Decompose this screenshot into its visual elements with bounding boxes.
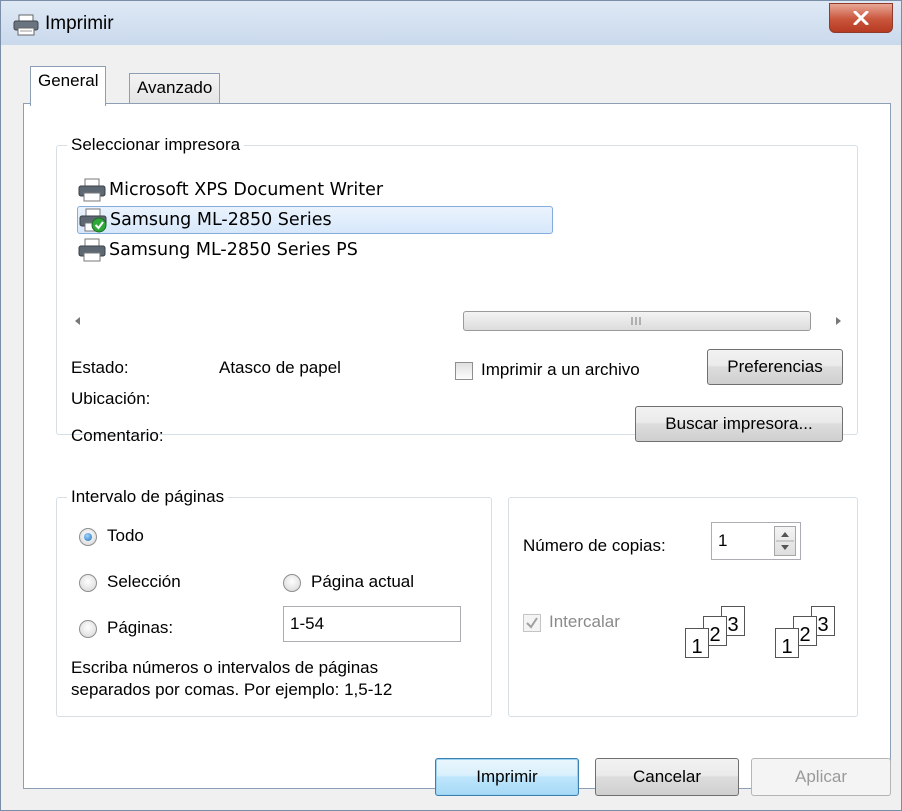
preferences-button[interactable]: Preferencias — [707, 349, 843, 385]
apply-button[interactable]: Aplicar — [751, 758, 891, 796]
copies-stepper[interactable]: 1 — [711, 522, 801, 560]
status-value: Atasco de papel — [219, 358, 341, 377]
print-button[interactable]: Imprimir — [435, 758, 579, 796]
tab-general-label: General — [38, 71, 99, 90]
page-range-help-line1: Escriba números o intervalos de páginas — [71, 658, 379, 677]
tab-panel-general: Seleccionar impresora Microsoft XPS Docu… — [23, 103, 891, 789]
apply-button-label: Aplicar — [795, 767, 847, 786]
scroll-right-icon[interactable] — [831, 314, 845, 328]
location-label: Ubicación: — [71, 389, 151, 408]
tab-general[interactable]: General — [30, 66, 107, 106]
radio-current-page-label: Página actual — [311, 572, 415, 591]
printer-icon — [13, 14, 39, 36]
pages-input[interactable]: 1-54 — [283, 606, 461, 642]
printer-name: Samsung ML-2850 Series PS — [109, 240, 358, 260]
checkmark-icon — [526, 617, 538, 629]
find-printer-button-label: Buscar impresora... — [665, 414, 813, 433]
tab-avanzado-label: Avanzado — [137, 78, 213, 97]
printer-name: Samsung ML-2850 Series — [110, 210, 332, 230]
close-icon — [853, 11, 869, 25]
cancel-button-label: Cancelar — [632, 767, 702, 786]
page-1-icon: 1 — [685, 628, 709, 658]
printer-item-samsung[interactable]: Samsung ML-2850 Series — [77, 206, 553, 234]
cancel-button[interactable]: Cancelar — [595, 758, 739, 796]
radio-all-label: Todo — [107, 526, 144, 545]
collate-illustration-2: 3 2 1 — [763, 606, 843, 678]
printer-icon — [78, 178, 106, 202]
print-dialog: Imprimir General Avanzado Seleccionar im… — [0, 0, 902, 811]
printer-name: Microsoft XPS Document Writer — [109, 180, 384, 200]
status-label: Estado: — [71, 358, 129, 377]
copies-spin[interactable] — [774, 526, 796, 556]
default-printer-icon — [78, 207, 108, 233]
preferences-button-label: Preferencias — [727, 357, 823, 376]
title-bar: Imprimir — [1, 1, 901, 45]
pages-input-value: 1-54 — [290, 614, 325, 633]
copies-value: 1 — [718, 531, 728, 550]
printer-list-scrollbar[interactable] — [71, 310, 849, 332]
collate-illustration-1: 3 2 1 — [673, 606, 753, 678]
copies-groupbox: Número de copias: 1 Intercalar 3 2 1 3 2… — [508, 497, 858, 717]
comment-label: Comentario: — [71, 426, 164, 445]
printer-groupbox: Seleccionar impresora Microsoft XPS Docu… — [56, 135, 858, 445]
radio-pages-label: Páginas: — [107, 618, 174, 637]
copies-label: Número de copias: — [523, 536, 666, 555]
radio-current-page[interactable] — [283, 574, 301, 592]
spin-arrows-icon — [776, 532, 794, 550]
page-range-legend: Intervalo de páginas — [67, 487, 229, 507]
print-to-file-label: Imprimir a un archivo — [481, 360, 640, 379]
radio-pages[interactable] — [79, 620, 97, 638]
collate-label: Intercalar — [549, 612, 620, 631]
printer-item-samsung-ps[interactable]: Samsung ML-2850 Series PS — [77, 236, 366, 264]
page-range-help-line2: separados por comas. Por ejemplo: 1,5-12 — [71, 680, 393, 699]
page-1-icon: 1 — [775, 628, 799, 658]
scroll-left-icon[interactable] — [71, 314, 85, 328]
print-button-label: Imprimir — [476, 767, 538, 786]
page-range-groupbox: Intervalo de páginas Todo Selección Pági… — [56, 487, 492, 717]
window-title: Imprimir — [45, 13, 114, 34]
radio-all[interactable] — [79, 528, 97, 546]
radio-selection-label: Selección — [107, 572, 181, 591]
close-button[interactable] — [829, 3, 893, 33]
collate-checkbox[interactable] — [523, 614, 541, 632]
radio-selection[interactable] — [79, 574, 97, 592]
tab-avanzado[interactable]: Avanzado — [129, 73, 221, 107]
dialog-client: General Avanzado Seleccionar impresora M… — [9, 45, 893, 804]
printer-item-xps[interactable]: Microsoft XPS Document Writer — [77, 176, 391, 204]
printer-group-legend: Seleccionar impresora — [67, 135, 245, 155]
grip-icon — [631, 317, 641, 325]
printer-icon — [78, 238, 106, 262]
scroll-thumb[interactable] — [463, 311, 811, 331]
print-to-file-checkbox[interactable] — [455, 362, 473, 380]
find-printer-button[interactable]: Buscar impresora... — [635, 406, 843, 442]
